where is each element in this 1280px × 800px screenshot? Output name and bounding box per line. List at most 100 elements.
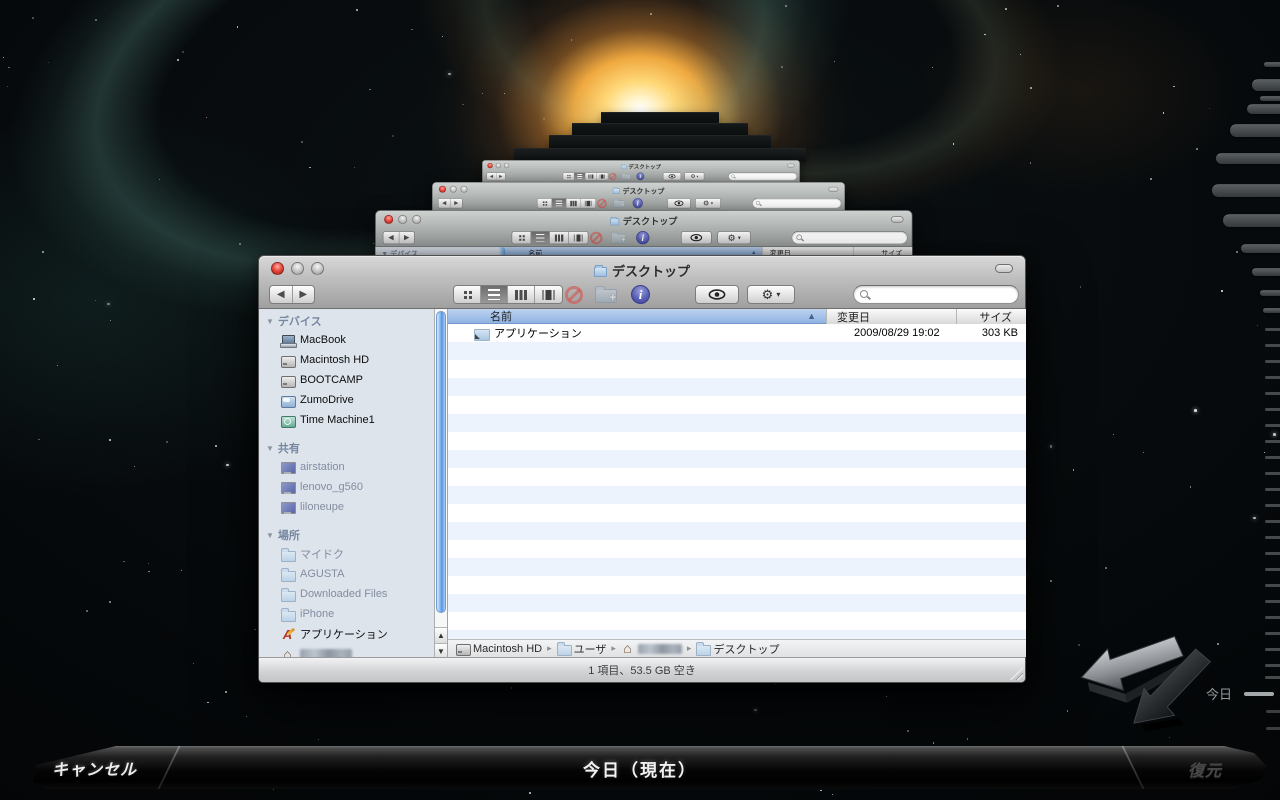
sidebar-item[interactable]: airstation xyxy=(259,457,434,477)
timeline-bar[interactable] xyxy=(1264,62,1280,67)
sidebar-item-label: lenovo_g560 xyxy=(300,481,363,493)
toolbar: ◀▶ i ⚙▾ xyxy=(482,171,799,182)
sidebar-item[interactable]: Aアプリケーション xyxy=(259,624,434,644)
burn-icon-disabled xyxy=(609,173,616,180)
timeline-tick[interactable] xyxy=(1265,376,1280,379)
sidebar-item[interactable]: Time Machine1 xyxy=(259,410,434,430)
timeline-bar[interactable] xyxy=(1216,153,1280,164)
receding-window-silhouette xyxy=(549,135,771,149)
icon-view-button[interactable] xyxy=(454,286,481,303)
timeline-tick[interactable] xyxy=(1265,424,1280,427)
list-view-button[interactable] xyxy=(481,286,508,303)
forward-icon[interactable]: ▶ xyxy=(293,286,315,303)
new-folder-icon-disabled xyxy=(611,234,626,244)
star xyxy=(42,251,44,253)
column-header-modified[interactable]: 変更日 xyxy=(826,309,956,324)
sidebar-item[interactable]: iPhone xyxy=(259,604,434,624)
info-icon[interactable]: i xyxy=(631,285,650,304)
restore-button[interactable]: 復元 xyxy=(1188,757,1222,781)
resize-grip[interactable] xyxy=(1010,667,1023,680)
back-icon[interactable]: ◀ xyxy=(270,286,293,303)
timeline-tick[interactable] xyxy=(1265,632,1280,635)
file-list[interactable]: アプリケーション2009/08/29 19:02303 KB xyxy=(448,324,1026,641)
column-header-name[interactable]: 名前 ▲ xyxy=(448,309,826,324)
timeline-bar[interactable] xyxy=(1260,290,1280,296)
sidebar-item[interactable]: liloneupe xyxy=(259,497,434,517)
star xyxy=(442,36,443,37)
sidebar-item[interactable]: Downloaded Files xyxy=(259,584,434,604)
finder-window[interactable]: デスクトップ ◀ ▶ i xyxy=(258,255,1026,683)
timeline-tick[interactable] xyxy=(1265,488,1280,491)
sidebar-item[interactable]: ZumoDrive xyxy=(259,390,434,410)
timeline-tick[interactable] xyxy=(1265,552,1280,555)
sidebar-item[interactable]: Macintosh HD xyxy=(259,350,434,370)
search-input[interactable] xyxy=(874,287,1012,302)
info-icon: i xyxy=(636,172,644,180)
sidebar-item[interactable]: lenovo_g560 xyxy=(259,477,434,497)
window-titlebar[interactable]: デスクトップ ◀ ▶ i xyxy=(259,256,1025,309)
timeline-tick[interactable] xyxy=(1265,648,1280,651)
search-field[interactable] xyxy=(853,285,1019,304)
timeline-tick[interactable] xyxy=(1265,392,1280,395)
sidebar-item[interactable]: MacBook xyxy=(259,330,434,350)
timeline-tick[interactable] xyxy=(1265,676,1280,679)
timeline-tick[interactable] xyxy=(1265,456,1280,459)
timeline-tick[interactable] xyxy=(1265,472,1280,475)
timeline-bar[interactable] xyxy=(1263,308,1280,313)
back-forward-control: ◀▶ xyxy=(438,198,463,208)
timeline-bar[interactable] xyxy=(1223,214,1280,227)
back-forward-control[interactable]: ◀ ▶ xyxy=(269,285,315,304)
timeline-tick[interactable] xyxy=(1265,328,1280,331)
timeline-tick[interactable] xyxy=(1265,616,1280,619)
timeline-tick[interactable] xyxy=(1265,568,1280,571)
star xyxy=(148,571,150,573)
timeline-bar[interactable] xyxy=(1252,268,1280,276)
timeline-today-tick[interactable] xyxy=(1244,692,1274,696)
sidebar-item[interactable]: AGUSTA xyxy=(259,564,434,584)
coverflow-view-button[interactable] xyxy=(535,286,562,303)
timeline-bar[interactable] xyxy=(1241,244,1280,253)
sidebar-item[interactable]: BOOTCAMP xyxy=(259,370,434,390)
action-button[interactable]: ⚙ ▾ xyxy=(747,285,795,304)
timeline-bar[interactable] xyxy=(1230,124,1280,137)
path-item[interactable]: Macintosh HD xyxy=(456,642,542,655)
timeline-bar[interactable] xyxy=(1252,79,1280,91)
star xyxy=(1143,452,1144,453)
path-item[interactable]: ⌂ xyxy=(621,642,682,655)
timeline-tick[interactable] xyxy=(1265,536,1280,539)
path-item[interactable]: ユーザ xyxy=(557,641,607,657)
timeline-tick[interactable] xyxy=(1266,710,1280,713)
star xyxy=(1113,434,1114,435)
window-titlebar: デスクトップ ◀▶ i ⚙▾ xyxy=(432,182,845,211)
timeline-tick[interactable] xyxy=(1265,600,1280,603)
sidebar-section-header[interactable]: ▼場所 xyxy=(259,526,434,544)
sidebar-scrollbar[interactable]: ▲ ▼ xyxy=(434,309,448,659)
timeline-bar[interactable] xyxy=(1260,96,1280,101)
path-item-label: Macintosh HD xyxy=(473,643,542,655)
scrollbar-thumb[interactable] xyxy=(436,311,446,613)
timeline-tick[interactable] xyxy=(1265,664,1280,667)
timeline-tick[interactable] xyxy=(1265,344,1280,347)
path-item[interactable]: デスクトップ xyxy=(696,641,779,657)
timeline-tick[interactable] xyxy=(1266,727,1280,730)
timeline-tick[interactable] xyxy=(1265,408,1280,411)
coverflow-view-button xyxy=(569,232,588,244)
timeline-tick[interactable] xyxy=(1265,360,1280,363)
toolbar-toggle-button[interactable] xyxy=(995,264,1013,273)
view-mode-control xyxy=(512,231,589,244)
star xyxy=(392,135,394,137)
column-header-size[interactable]: サイズ xyxy=(956,309,1026,324)
quick-look-button[interactable] xyxy=(695,285,739,304)
sidebar-section-header[interactable]: ▼デバイス xyxy=(259,312,434,330)
timeline-tick[interactable] xyxy=(1265,504,1280,507)
sidebar-item[interactable]: マイドク xyxy=(259,544,434,564)
timeline-tick[interactable] xyxy=(1265,584,1280,587)
column-view-button[interactable] xyxy=(508,286,535,303)
file-row[interactable]: アプリケーション2009/08/29 19:02303 KB xyxy=(448,324,1026,342)
timeline-bar[interactable] xyxy=(1212,184,1280,197)
timeline-tick[interactable] xyxy=(1265,440,1280,443)
sidebar-section-header[interactable]: ▼共有 xyxy=(259,439,434,457)
timeline-bar[interactable] xyxy=(1247,104,1280,114)
scroll-up-button[interactable]: ▲ xyxy=(435,627,447,643)
timeline-tick[interactable] xyxy=(1265,520,1280,523)
